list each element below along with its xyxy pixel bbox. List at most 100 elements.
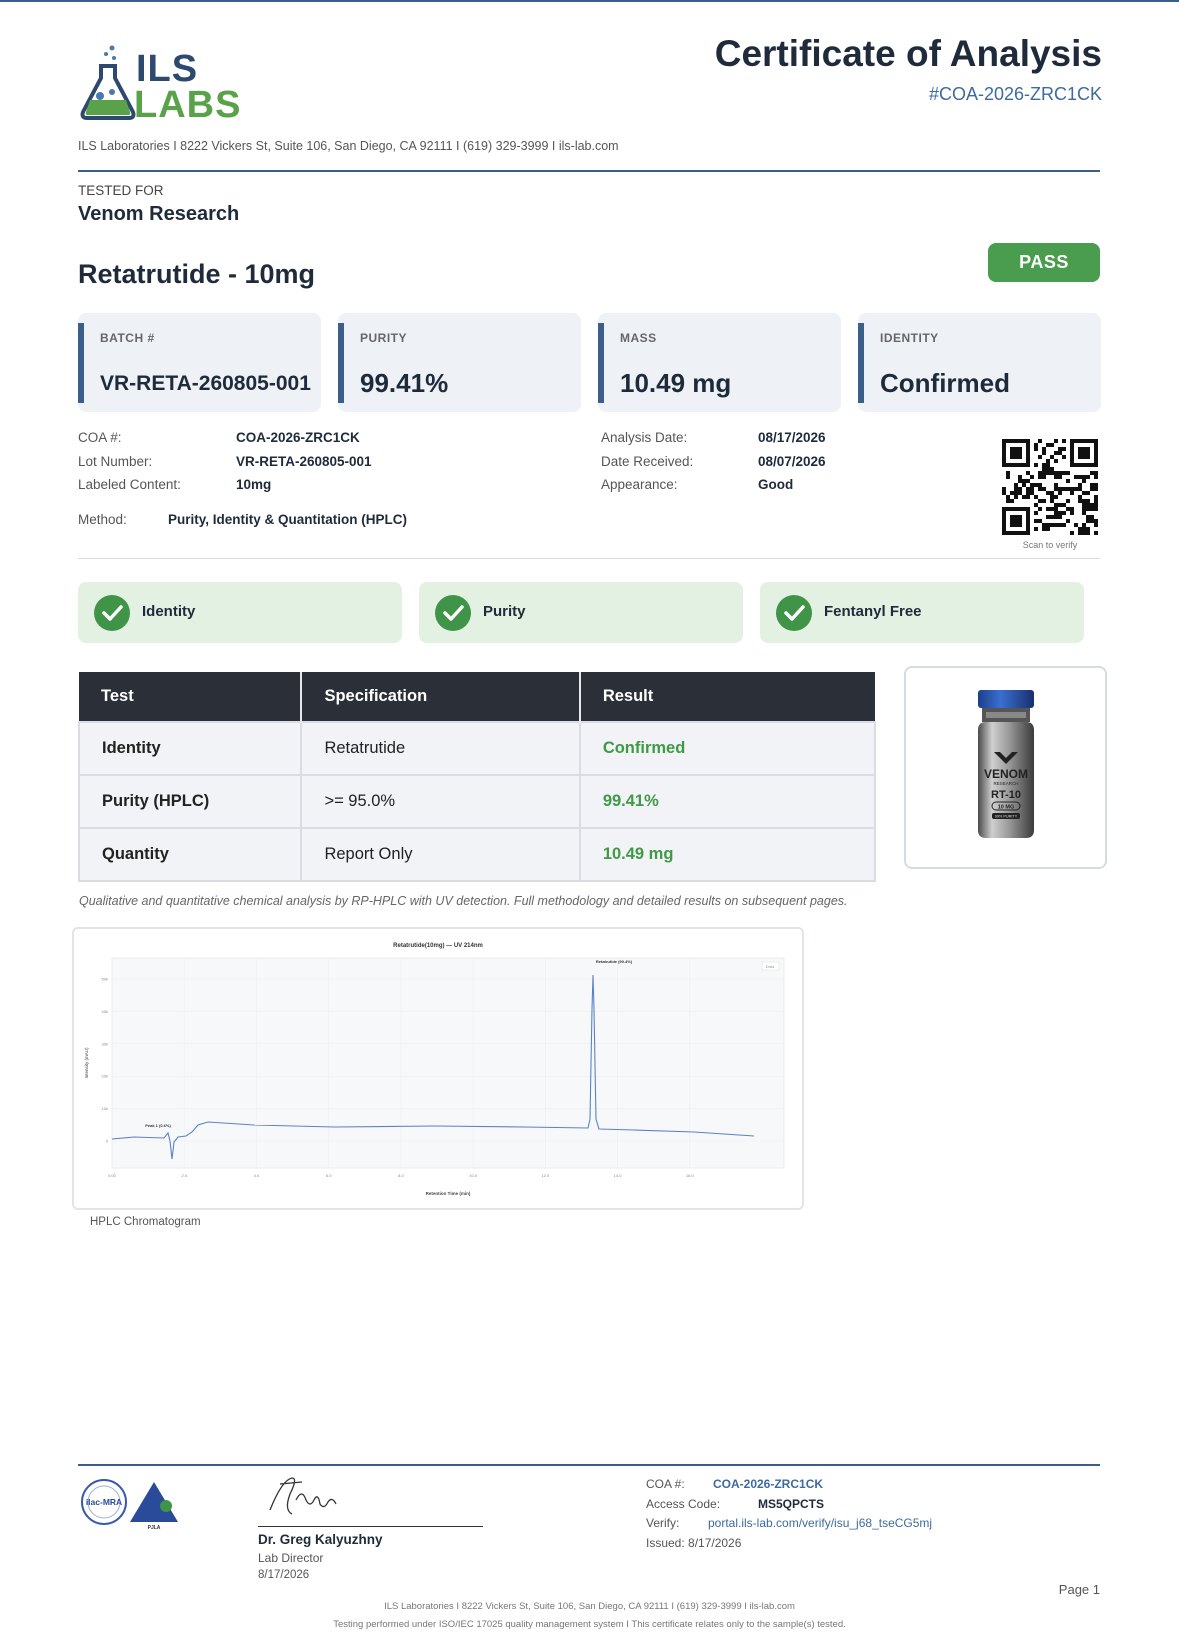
- chrom-y-tick: 40k: [102, 1009, 108, 1014]
- scan-to-verify-label: Scan to verify: [1022, 540, 1078, 550]
- method-value: Purity, Identity & Quantitation (HPLC): [168, 512, 407, 527]
- footer-coa-label: COA #:: [646, 1477, 685, 1491]
- check-identity: Identity: [78, 582, 402, 643]
- chrom-y-tick: 10k: [102, 1106, 108, 1111]
- check-icon: [435, 595, 471, 631]
- vial-image: VENOM RESEARCH RT-10 10 MG 99% PURITY: [978, 690, 1034, 838]
- appearance-value: Good: [758, 477, 794, 492]
- chrom-x-tick: 4.0: [254, 1173, 260, 1178]
- chrom-legend: Data: [766, 964, 775, 969]
- chrom-x-tick: 8.0: [398, 1173, 404, 1178]
- received-label: Date Received:: [601, 454, 694, 469]
- chrom-x-tick: 14.0: [614, 1173, 623, 1178]
- coa-value: COA-2026-ZRC1CK: [236, 430, 360, 445]
- identity-value: Confirmed: [880, 368, 1010, 398]
- lot-label: Lot Number:: [78, 454, 153, 469]
- issued-date: Issued: 8/17/2026: [646, 1536, 742, 1550]
- peak-2-label: Retatrutide (99.4%): [596, 959, 633, 964]
- ils-labs-logo: ILS LABS: [78, 44, 253, 126]
- result-cell: 99.41%: [578, 774, 877, 829]
- card-accent-bar: [858, 323, 864, 403]
- check-fentanyl-free: Fentanyl Free: [760, 582, 1084, 643]
- chrom-y-tick: 30k: [102, 1041, 108, 1046]
- signature-image: [269, 1477, 337, 1515]
- table-row: Quantity Report Only 10.49 mg: [77, 827, 877, 882]
- column-header: Test: [79, 672, 303, 722]
- ilac-mra-logo-icon: ilac-MRA PJLA: [81, 1479, 178, 1531]
- spec-cell: Retatrutide: [300, 721, 581, 776]
- chrom-x-tick: 0.00: [108, 1173, 117, 1178]
- card-accent-bar: [598, 323, 604, 403]
- content-value: 10mg: [236, 477, 272, 492]
- mass-value: 10.49 mg: [620, 368, 732, 398]
- tested-for-label: TESTED FOR: [78, 183, 164, 198]
- purity-card: PURITY 99.41%: [338, 313, 581, 412]
- card-accent-bar: [338, 323, 344, 403]
- page-number: Page 1: [1058, 1582, 1100, 1597]
- results-table: Test Specification Result Identity Retat…: [77, 672, 877, 882]
- batch-label: BATCH #: [100, 331, 155, 345]
- page-title: Certificate of Analysis: [714, 33, 1102, 74]
- qr-code-icon[interactable]: [1002, 439, 1098, 535]
- chromatogram-plot: Retatrutide(10mg) — UV 214nm 0.00 2.0 4.0 6…: [84, 943, 785, 1196]
- chrom-ylabel: Intensity (mAU): [84, 1047, 89, 1079]
- peak-1-label: Peak 1 (0.6%): [145, 1123, 171, 1128]
- result-cell: 10.49 mg: [578, 827, 877, 882]
- mass-label: MASS: [620, 331, 657, 345]
- batch-value: VR-RETA-260805-001: [100, 372, 311, 395]
- section-divider: [78, 558, 1100, 559]
- card-accent-bar: [78, 323, 84, 403]
- chrom-x-tick: 16.0: [686, 1173, 695, 1178]
- spec-cell: Report Only: [300, 827, 581, 882]
- chrom-xlabel: Retention Time (min): [426, 1191, 471, 1196]
- client-name: Venom Research: [78, 203, 240, 225]
- check-label: Identity: [142, 603, 196, 620]
- signer-date: 8/17/2026: [258, 1569, 310, 1581]
- flask-icon: [80, 45, 136, 120]
- access-code-value: MS5QPCTS: [758, 1497, 825, 1511]
- chrom-x-tick: 12.0: [541, 1173, 550, 1178]
- ilac-text: ilac-MRA: [86, 1497, 122, 1507]
- column-header: Specification: [301, 672, 581, 722]
- table-row: Identity Retatrutide Confirmed: [77, 721, 877, 776]
- vial-brand: VENOM: [984, 767, 1028, 781]
- product-image: VENOM RESEARCH RT-10 10 MG 99% PURITY: [904, 666, 1107, 869]
- test-cell: Identity: [77, 721, 303, 776]
- vial-purity-tag: 99% PURITY: [995, 815, 1018, 819]
- spec-cell: >= 95.0%: [300, 774, 581, 829]
- check-icon: [776, 595, 812, 631]
- coa-label: COA #:: [78, 430, 122, 445]
- analysis-date-value: 08/17/2026: [758, 430, 826, 445]
- analysis-note: Qualitative and quantitative chemical an…: [79, 894, 848, 908]
- check-purity: Purity: [419, 582, 743, 643]
- product-name: Retatrutide - 10mg: [78, 259, 316, 289]
- chrom-y-tick: 0: [106, 1139, 109, 1144]
- footer-disclaimer: Testing performed under ISO/IEC 17025 qu…: [333, 1619, 846, 1630]
- chrom-title: Retatrutide(10mg) — UV 214nm: [393, 943, 483, 949]
- identity-card: IDENTITY Confirmed: [858, 313, 1101, 412]
- access-code-label: Access Code:: [646, 1497, 721, 1511]
- purity-label: PURITY: [360, 331, 408, 345]
- analysis-date-label: Analysis Date:: [601, 430, 688, 445]
- logo-text-labs: LABS: [134, 84, 242, 126]
- coa-id: #COA-2026-ZRC1CK: [928, 84, 1102, 104]
- chrom-x-tick: 10.0: [469, 1173, 478, 1178]
- vial-sub: RESEARCH: [993, 781, 1018, 786]
- table-row: Purity (HPLC) >= 95.0% 99.41%: [77, 774, 877, 829]
- verify-link[interactable]: portal.ils-lab.com/verify/isu_j68_tseCG5…: [708, 1516, 932, 1530]
- table-header-row: Test Specification Result: [79, 672, 875, 722]
- header-divider: [78, 170, 1100, 172]
- signer-role: Lab Director: [258, 1551, 324, 1565]
- appearance-label: Appearance:: [601, 477, 678, 492]
- pjla-text: PJLA: [148, 1525, 161, 1531]
- footer-divider: [78, 1464, 1100, 1466]
- lot-value: VR-RETA-260805-001: [236, 454, 372, 469]
- lab-address: ILS Laboratories I 8222 Vickers St, Suit…: [78, 139, 619, 153]
- verify-label: Verify:: [646, 1516, 680, 1530]
- chrom-y-tick: 20k: [102, 1074, 108, 1079]
- chrom-x-tick: 2.0: [181, 1173, 187, 1178]
- received-value: 08/07/2026: [758, 454, 826, 469]
- signature-line: [258, 1526, 483, 1527]
- hplc-chromatogram: Retatrutide(10mg) — UV 214nm 0.00 2.0 4.0 6…: [72, 927, 804, 1210]
- content-label: Labeled Content:: [78, 477, 181, 492]
